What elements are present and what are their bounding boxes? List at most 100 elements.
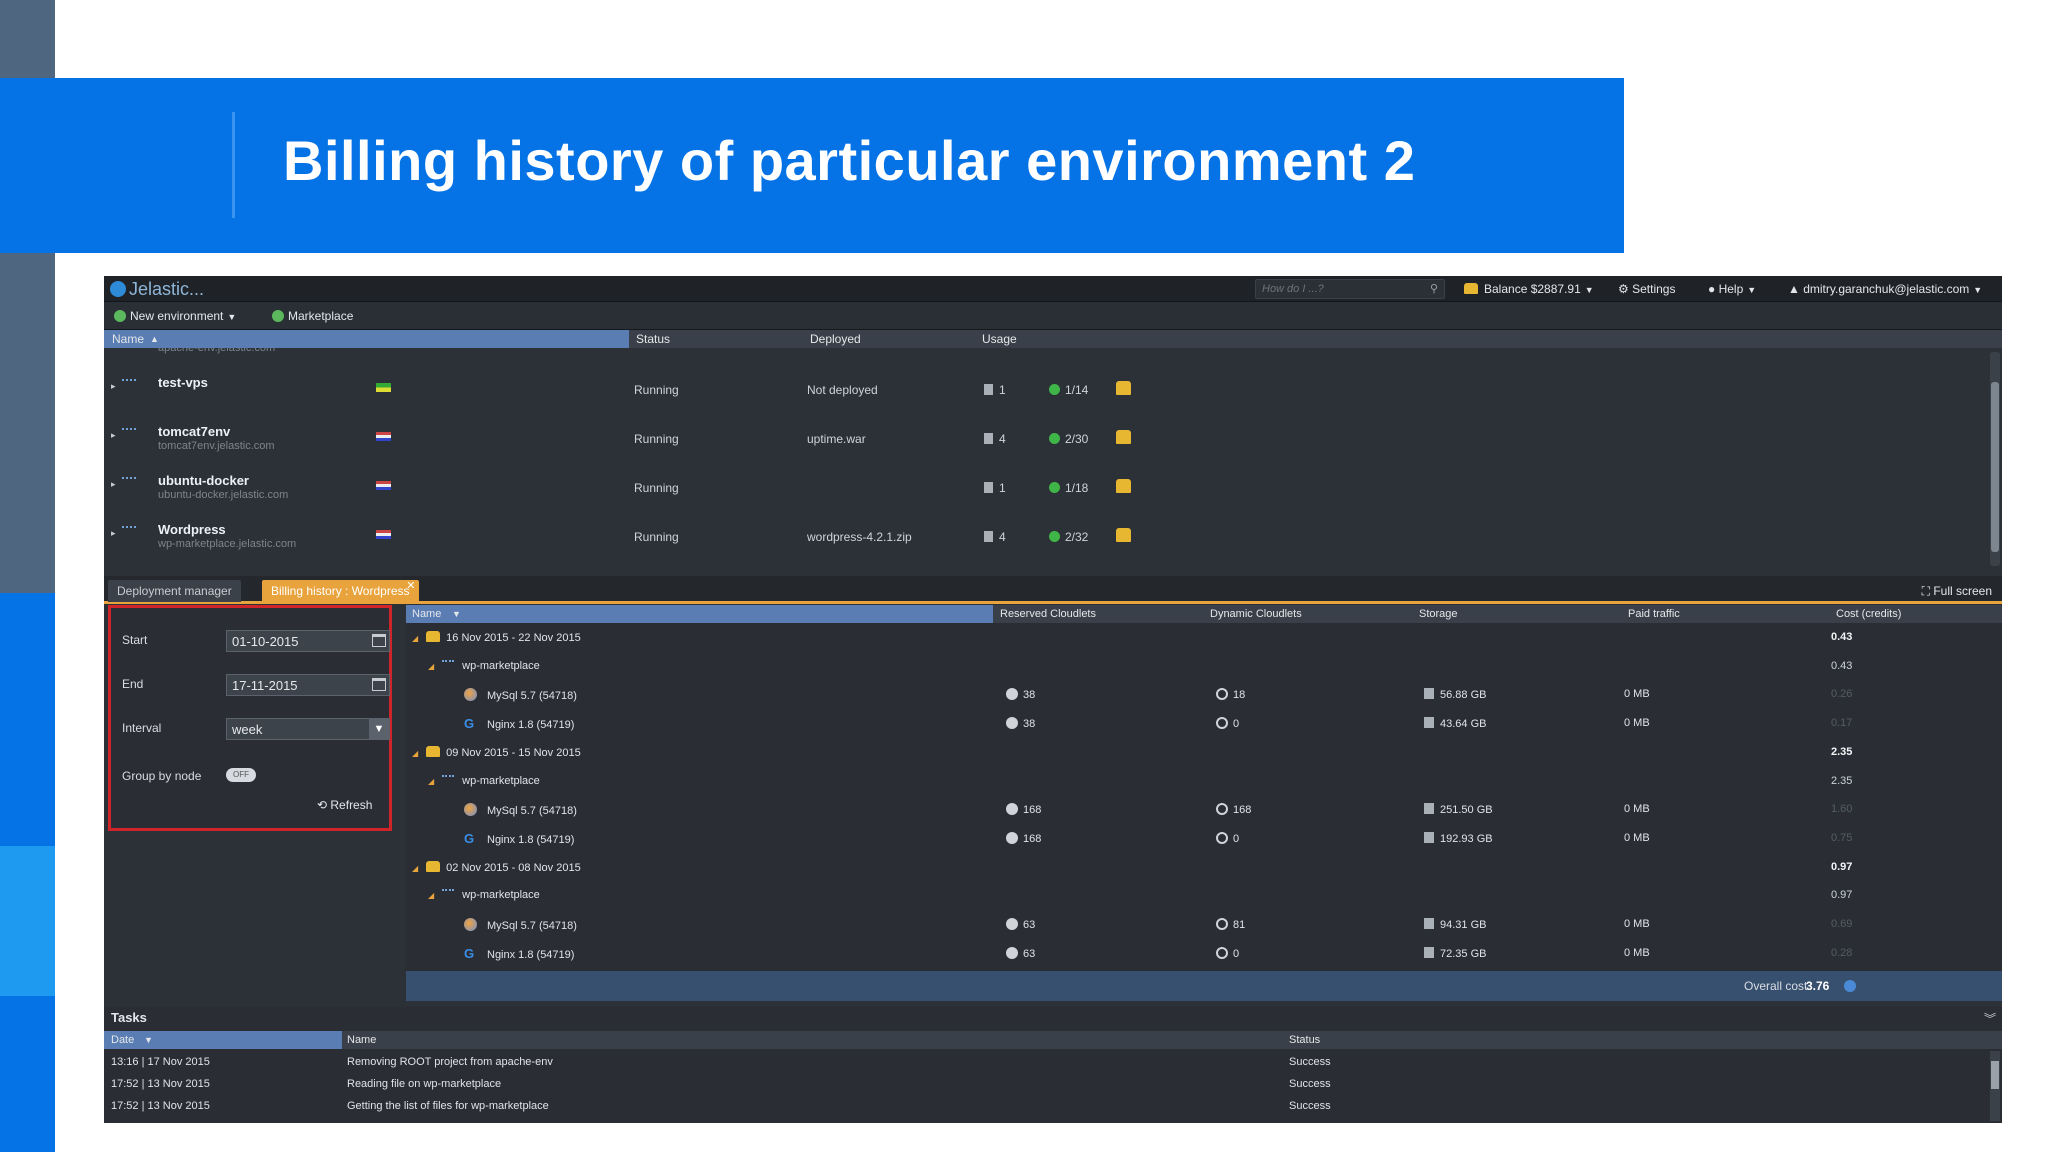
cloudlet-icon (1049, 482, 1060, 493)
end-date-field[interactable]: 17-11-2015 (226, 674, 390, 696)
column-header-task-status[interactable]: Status (1289, 1034, 1320, 1046)
column-header-traffic[interactable]: Paid traffic (1628, 608, 1680, 620)
tab-deployment-manager[interactable]: Deployment manager (108, 580, 241, 602)
billing-row[interactable]: G Nginx 1.8 (54719) 168 0 192.93 GB 0 MB 0.75 (406, 824, 2002, 852)
environment-row[interactable]: ▸ tomcat7env tomcat7env.jelastic.com Runnin… (104, 412, 1144, 461)
calendar-icon[interactable] (372, 678, 386, 691)
column-header-task-name[interactable]: Name (347, 1034, 376, 1046)
storage-icon (1424, 946, 1434, 958)
environment-name[interactable]: Wordpress (158, 522, 226, 537)
billing-row-label: 02 Nov 2015 - 08 Nov 2015 (446, 861, 581, 874)
billing-row[interactable]: ◢ 16 Nov 2015 - 22 Nov 2015 0.43 (406, 623, 2002, 651)
billing-row-label: wp-marketplace (462, 889, 540, 902)
column-header-dynamic[interactable]: Dynamic Cloudlets (1210, 608, 1302, 620)
new-environment-button[interactable]: New environment ▼ (114, 309, 236, 323)
expand-arrow-icon[interactable]: ▸ (111, 381, 116, 392)
shared-users-icon[interactable] (1116, 479, 1131, 493)
column-header-date[interactable]: Date ▼ (104, 1031, 342, 1049)
paid-traffic: 0 MB (1624, 803, 1650, 816)
collapse-icon[interactable]: ︾ (1984, 1010, 1996, 1027)
environment-domain[interactable]: ubuntu-docker.jelastic.com (158, 489, 288, 501)
marketplace-button[interactable]: Marketplace (272, 309, 353, 323)
column-header-name[interactable]: Name ▼ (406, 605, 993, 623)
column-header-name[interactable]: Name ▲ (104, 330, 629, 348)
task-row[interactable]: 13:16 | 17 Nov 2015 Removing ROOT project… (104, 1051, 1984, 1073)
billing-row[interactable]: ◢ wp-marketplace 0.97 (406, 881, 2002, 909)
environments-scrollbar[interactable] (1990, 352, 2000, 566)
environment-name[interactable]: ubuntu-docker (158, 473, 249, 488)
shared-users-icon[interactable] (1116, 528, 1131, 542)
shared-users-icon[interactable] (1116, 381, 1131, 395)
top-bar: Jelastic... How do I ...? ⚲ Balance $2887… (104, 276, 2002, 302)
expand-arrow-icon[interactable]: ▸ (111, 430, 116, 441)
task-date: 17:52 | 13 Nov 2015 (111, 1100, 210, 1112)
column-header-usage[interactable]: Usage (982, 332, 1017, 346)
environment-domain[interactable]: tomcat7env.jelastic.com (158, 440, 275, 452)
expand-arrow-icon[interactable]: ▸ (111, 479, 116, 490)
environment-icon (122, 477, 136, 487)
tasks-rows: 13:16 | 17 Nov 2015 Removing ROOT project… (104, 1051, 1984, 1121)
environment-domain[interactable]: apache-env.jelastic.com (158, 348, 275, 354)
column-header-reserved[interactable]: Reserved Cloudlets (1000, 608, 1096, 620)
environment-row[interactable]: ▸ ubuntu-docker ubuntu-docker.jelastic.com… (104, 461, 1144, 510)
info-icon[interactable] (1844, 980, 1856, 992)
close-icon[interactable]: ✕ (406, 579, 415, 592)
balance-menu[interactable]: Balance $2887.91 ▼ (1464, 282, 1594, 296)
full-screen-button[interactable]: ⛶ Full screen (1922, 584, 1992, 599)
expand-arrow-icon[interactable]: ◢ (428, 891, 434, 900)
refresh-button[interactable]: ⟲ Refresh (317, 798, 372, 812)
billing-row[interactable]: G Nginx 1.8 (54719) 38 0 43.64 GB 0 MB 0.17 (406, 709, 2002, 737)
task-row[interactable]: 17:52 | 13 Nov 2015 Getting the list of f… (104, 1095, 1984, 1117)
billing-row[interactable]: ◢ 02 Nov 2015 - 08 Nov 2015 0.97 (406, 853, 2002, 881)
column-header-storage[interactable]: Storage (1419, 608, 1458, 620)
search-icon[interactable]: ⚲ (1430, 282, 1438, 295)
column-header-cost[interactable]: Cost (credits) (1836, 608, 1901, 620)
expand-arrow-icon[interactable]: ◢ (412, 864, 418, 873)
storage: 56.88 GB (1424, 688, 1486, 701)
scrollbar-thumb[interactable] (1991, 1061, 1999, 1089)
billing-row[interactable]: G Nginx 1.8 (54719) 63 0 72.35 GB 0 MB 0.28 (406, 939, 2002, 967)
chevron-down-icon: ▼ (1584, 285, 1594, 295)
billing-row[interactable]: MySql 5.7 (54718) 168 168 251.50 GB 0 MB 1.60 (406, 795, 2002, 823)
column-header-deployed[interactable]: Deployed (810, 332, 861, 346)
task-row[interactable]: 17:52 | 13 Nov 2015 Reading file on wp-ma… (104, 1073, 1984, 1095)
tasks-scrollbar[interactable] (1990, 1051, 2000, 1121)
environment-deployed: wordpress-4.2.1.zip (807, 530, 912, 544)
billing-row[interactable]: ◢ wp-marketplace 2.35 (406, 767, 2002, 795)
expand-arrow-icon[interactable]: ▸ (111, 528, 116, 539)
billing-row-name: MySql 5.7 (54718) (444, 803, 577, 817)
billing-row[interactable]: MySql 5.7 (54718) 63 81 94.31 GB 0 MB 0.69 (406, 910, 2002, 938)
tab-billing-history[interactable]: Billing history : Wordpress ✕ (262, 580, 419, 602)
group-by-node-toggle[interactable]: OFF (226, 768, 256, 782)
environment-row[interactable]: ▸ test-vps Running Not deployed 1 1/14 (104, 363, 1144, 412)
expand-arrow-icon[interactable]: ◢ (412, 634, 418, 643)
cost-credits: 0.97 (1831, 860, 1853, 873)
help-search-input[interactable]: How do I ...? ⚲ (1255, 279, 1445, 299)
interval-select[interactable]: week ▼ (226, 718, 390, 740)
expand-arrow-icon[interactable]: ◢ (428, 777, 434, 786)
environment-name[interactable]: tomcat7env (158, 424, 230, 439)
environment-deployed: Not deployed (807, 383, 878, 397)
environment-row[interactable]: ▸apache-env.jelastic.com (104, 348, 1144, 363)
help-menu[interactable]: ● Help ▼ (1708, 282, 1756, 296)
environment-row[interactable]: ▸ Wordpress wp-marketplace.jelastic.com Run… (104, 510, 1144, 559)
billing-row[interactable]: ◢ wp-marketplace 0.43 (406, 652, 2002, 680)
environment-domain[interactable]: wp-marketplace.jelastic.com (158, 538, 296, 550)
storage-value: 251.50 GB (1440, 804, 1493, 817)
shared-users-icon[interactable] (1116, 430, 1131, 444)
environment-name[interactable]: test-vps (158, 375, 208, 390)
expand-arrow-icon[interactable]: ◢ (428, 662, 434, 671)
calendar-icon[interactable] (372, 634, 386, 647)
billing-row[interactable]: ◢ 09 Nov 2015 - 15 Nov 2015 2.35 (406, 738, 2002, 766)
chevron-down-icon[interactable]: ▼ (369, 719, 389, 739)
start-date-field[interactable]: 01-10-2015 (226, 630, 390, 652)
scrollbar-thumb[interactable] (1991, 382, 1999, 552)
settings-button[interactable]: ⚙ Settings (1618, 282, 1675, 296)
environment-icon (122, 379, 136, 389)
column-header-status[interactable]: Status (636, 332, 670, 346)
account-menu[interactable]: ▲ dmitry.garanchuk@jelastic.com ▼ (1788, 282, 1982, 296)
sort-desc-icon: ▼ (452, 609, 461, 619)
expand-arrow-icon[interactable]: ◢ (412, 749, 418, 758)
billing-row[interactable]: MySql 5.7 (54718) 38 18 56.88 GB 0 MB 0.26 (406, 680, 2002, 708)
jelastic-logo[interactable]: Jelastic... (110, 279, 204, 300)
